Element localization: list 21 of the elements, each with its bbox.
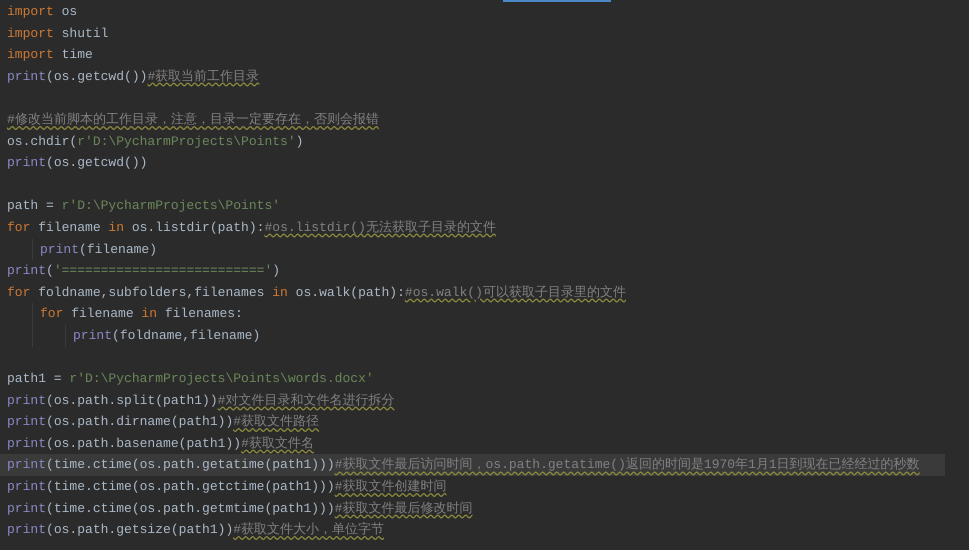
code-line: #修改当前脚本的工作目录，注意，目录一定要存在，否则会报错 — [6, 110, 380, 129]
code-line: print(filename) — [39, 240, 158, 259]
code-line: import time — [6, 46, 94, 64]
code-line: print(os.getcwd()) — [6, 154, 148, 172]
code-line: print(os.getcwd())#获取当前工作目录 — [6, 68, 260, 86]
code-line: print(os.path.split(path1))#对文件目录和文件名进行拆分 — [6, 392, 396, 410]
code-line: print(time.ctime(os.path.getmtime(path1)))#获取文件最后修改时间 — [6, 500, 474, 518]
code-line: for filename in os.listdir(path):#os.listdir()无法获取子目录的文件 — [6, 218, 497, 237]
code-line: os.chdir(r'D:\PycharmProjects\Points') — [6, 132, 304, 151]
code-line: for foldname,subfolders,filenames in os.walk(path):#os.walk()可以获取子目录里的文件 — [6, 284, 627, 302]
code-line: print(foldname,filename) — [72, 326, 262, 345]
code-line: path = r'D:\PycharmProjects\Points' — [6, 197, 282, 216]
code-line: print(time.ctime(os.path.getctime(path1)))#获取文件创建时间 — [6, 478, 448, 496]
code-line: path1 = r'D:\PycharmProjects\Points\words.docx' — [6, 370, 375, 388]
code-line: for filename in filenames: — [39, 305, 244, 324]
code-line: print(os.path.dirname(path1))#获取文件路径 — [6, 413, 320, 432]
code-line: print(os.path.getsize(path1))#获取文件大小，单位字节 — [6, 521, 386, 540]
code-line: print(os.path.basename(path1))#获取文件名 — [6, 434, 315, 453]
code-line: import os — [6, 3, 78, 21]
code-line: import shutil — [6, 24, 110, 43]
code-line: print('==========================') — [6, 262, 282, 280]
